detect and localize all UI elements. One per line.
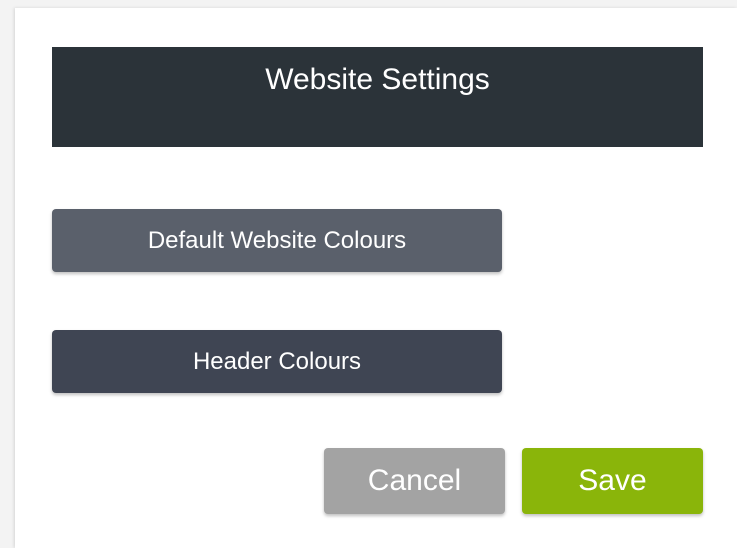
default-website-colours-button[interactable]: Default Website Colours <box>52 209 502 272</box>
settings-panel: Website Settings Default Website Colours… <box>15 8 737 548</box>
cancel-button[interactable]: Cancel <box>324 448 505 514</box>
page-title: Website Settings <box>265 63 490 96</box>
save-button[interactable]: Save <box>522 448 703 514</box>
settings-header: Website Settings <box>52 47 703 147</box>
header-colours-button[interactable]: Header Colours <box>52 330 502 393</box>
